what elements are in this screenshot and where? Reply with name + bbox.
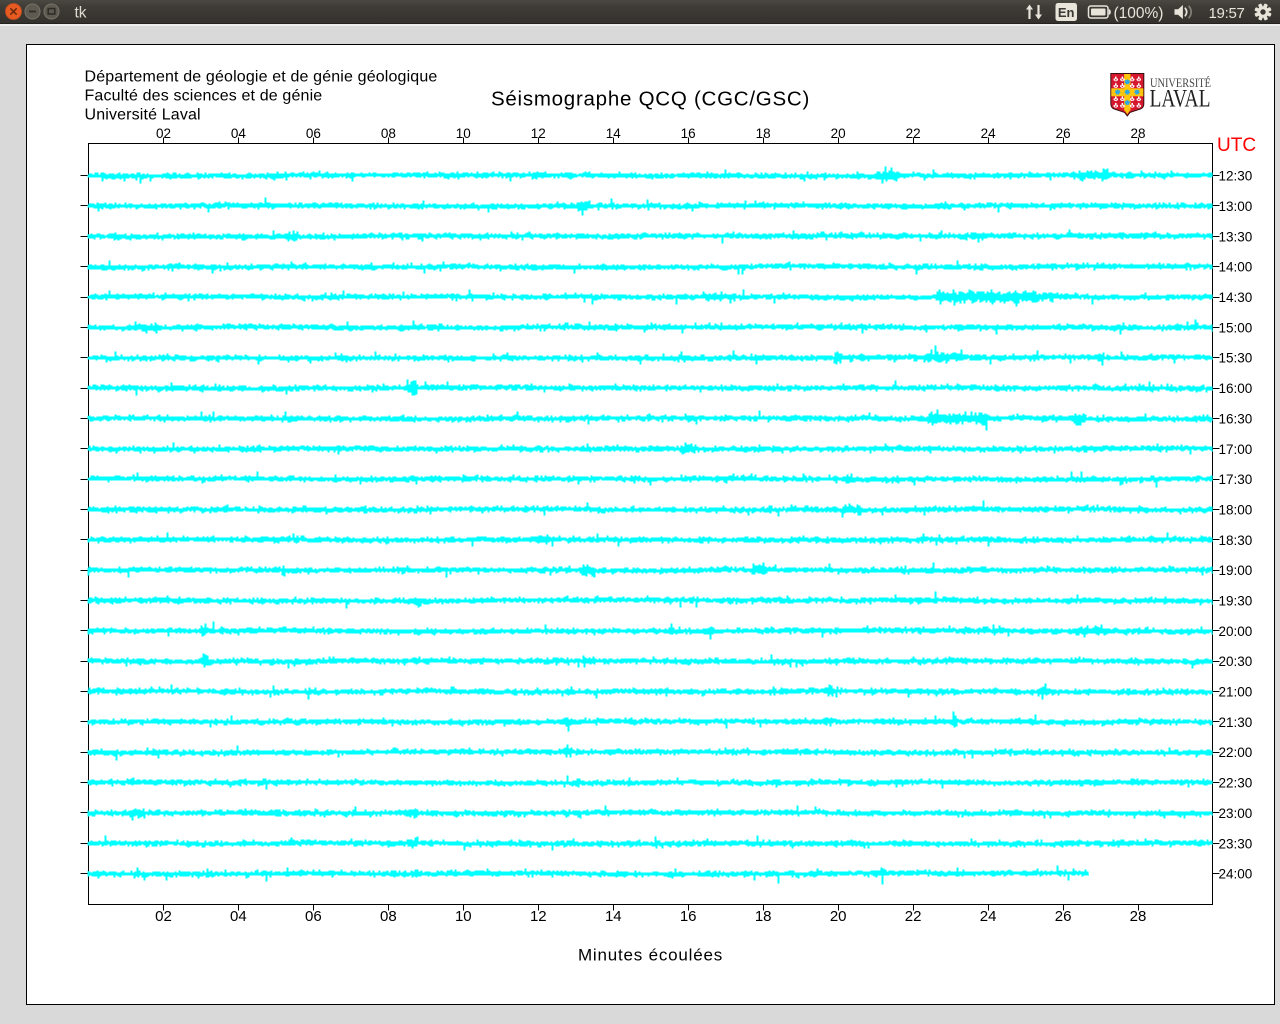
svg-text:17:00: 17:00 — [1219, 442, 1253, 457]
svg-text:UTC: UTC — [1217, 135, 1256, 156]
svg-text:tk: tk — [75, 5, 87, 22]
svg-text:Département de géologie et de: Département de géologie et de génie géol… — [85, 68, 438, 85]
svg-text:14: 14 — [605, 908, 622, 925]
svg-text:04: 04 — [230, 908, 247, 925]
svg-text:15:00: 15:00 — [1219, 320, 1253, 335]
svg-text:24:00: 24:00 — [1219, 867, 1253, 882]
svg-text:Université Laval: Université Laval — [85, 106, 201, 123]
svg-text:20:00: 20:00 — [1219, 624, 1253, 639]
svg-text:16:30: 16:30 — [1219, 411, 1253, 426]
svg-text:12: 12 — [530, 908, 547, 925]
svg-text:13:30: 13:30 — [1219, 229, 1253, 244]
svg-text:13:00: 13:00 — [1219, 199, 1253, 214]
svg-text:08: 08 — [380, 908, 397, 925]
svg-text:17:30: 17:30 — [1219, 472, 1253, 487]
svg-text:18:00: 18:00 — [1219, 503, 1253, 518]
svg-text:28: 28 — [1130, 908, 1147, 925]
svg-text:En: En — [1058, 5, 1075, 20]
svg-text:22:30: 22:30 — [1219, 776, 1253, 791]
svg-text:14:30: 14:30 — [1219, 290, 1253, 305]
svg-text:18: 18 — [755, 908, 772, 925]
svg-text:06: 06 — [305, 908, 322, 925]
svg-text:16:00: 16:00 — [1219, 381, 1253, 396]
svg-text:23:30: 23:30 — [1219, 836, 1253, 851]
svg-text:18:30: 18:30 — [1219, 533, 1253, 548]
svg-text:21:30: 21:30 — [1219, 715, 1253, 730]
svg-text:22:00: 22:00 — [1219, 745, 1253, 760]
svg-text:12:30: 12:30 — [1219, 169, 1253, 184]
svg-text:20: 20 — [830, 908, 847, 925]
svg-text:22: 22 — [905, 908, 922, 925]
svg-text:19:57: 19:57 — [1209, 5, 1245, 22]
svg-text:19:00: 19:00 — [1219, 563, 1253, 578]
svg-text:23:00: 23:00 — [1219, 806, 1253, 821]
svg-text:Séismographe QCQ (CGC/GSC): Séismographe QCQ (CGC/GSC) — [491, 88, 810, 111]
svg-text:14:00: 14:00 — [1219, 260, 1253, 275]
svg-text:21:00: 21:00 — [1219, 685, 1253, 700]
svg-text:LAVAL: LAVAL — [1150, 85, 1211, 112]
svg-text:15:30: 15:30 — [1219, 351, 1253, 366]
svg-text:26: 26 — [1055, 908, 1072, 925]
svg-text:16: 16 — [680, 908, 697, 925]
svg-text:10: 10 — [455, 908, 472, 925]
svg-text:24: 24 — [980, 908, 997, 925]
svg-text:Faculté des sciences et de gén: Faculté des sciences et de génie — [85, 87, 323, 104]
svg-text:19:30: 19:30 — [1219, 594, 1253, 609]
svg-text:02: 02 — [155, 908, 172, 925]
svg-text:20:30: 20:30 — [1219, 654, 1253, 669]
svg-text:Minutes écoulées: Minutes écoulées — [578, 946, 723, 965]
svg-text:(100%): (100%) — [1114, 5, 1164, 22]
